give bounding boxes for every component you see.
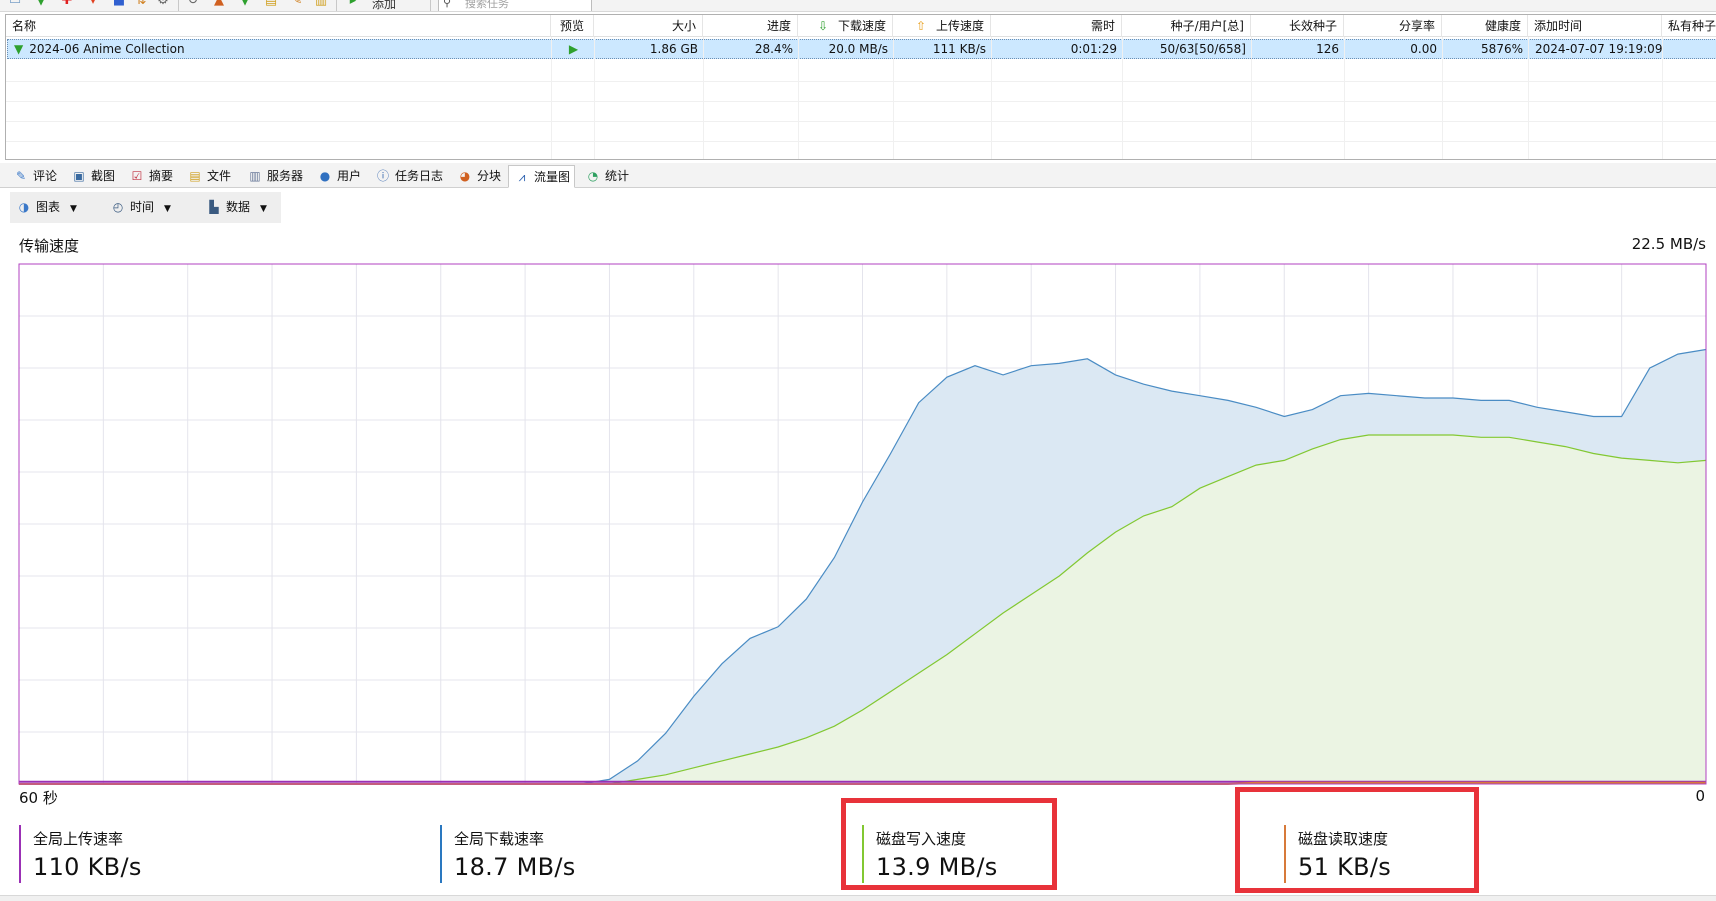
chevron-down-icon: ▼	[70, 204, 77, 214]
stat-value: 18.7 MB/s	[454, 853, 576, 881]
log-icon: ⓘ	[376, 169, 389, 183]
search-icon: ⚲	[443, 0, 452, 9]
users-icon: ●	[319, 169, 331, 183]
data-dropdown-button[interactable]: ▙ 数据 ▼	[206, 192, 267, 223]
queue-down-icon[interactable]: ▼	[238, 0, 252, 8]
column-private-seeds[interactable]: 私有种子	[1662, 15, 1716, 37]
main-toolbar: ▭ ▼ ✚ ▾ ■ ⇅ ⚙ ↻ ▲ ▼ ▤ ✎ ▥ ▸ 添加 ⚲ 搜索任务	[0, 0, 1716, 12]
tab-users[interactable]: ● 用户	[312, 165, 361, 188]
status-bar	[0, 895, 1716, 901]
highlight-box-disk-write	[841, 798, 1057, 890]
chevron-down-icon: ▼	[164, 204, 171, 214]
health-cell: 5876%	[1481, 42, 1523, 56]
detail-tabs: ✎ 评论 ▣ 截图 ☑ 摘要 ▤ 文件 ▥ 服务器 ● 用户 ⓘ 任务日志 ◕ 分块 ⩘ 流量图 …	[0, 163, 1716, 188]
refresh-icon[interactable]: ↻	[186, 0, 200, 8]
pieces-icon: ◕	[459, 169, 471, 183]
graph-toolbar: ◑ 图表 ▼ ◴ 时间 ▼ ▙ 数据 ▼	[10, 192, 281, 223]
queue-up-icon[interactable]: ▲	[212, 0, 226, 8]
size-cell: 1.86 GB	[649, 42, 698, 56]
screenshot-icon: ▣	[73, 169, 85, 183]
share-ratio-cell: 0.00	[1410, 42, 1437, 56]
table-row[interactable]: ▼ 2024-06 Anime Collection ▶ 1.86 GB 28.4…	[7, 39, 1716, 59]
chart-icon: ◑	[18, 200, 30, 214]
transfer-speed-chart	[18, 263, 1707, 785]
stat-label: 全局下载速率	[454, 830, 545, 848]
list-header: 名称 预览 大小 进度 ⇩ 下载速度 ⇧ 上传速度 需时 种子/用户[总] 长效种子…	[6, 15, 1716, 37]
play-icon[interactable]: ▶	[552, 40, 595, 58]
new-task-icon[interactable]: ▭	[8, 0, 22, 8]
column-health[interactable]: 健康度	[1442, 15, 1528, 37]
column-eta[interactable]: 需时	[991, 15, 1122, 37]
highlight-box-disk-read	[1235, 787, 1479, 893]
tab-traffic-graph[interactable]: ⩘ 流量图	[508, 165, 575, 188]
stat-color-bar	[440, 825, 442, 883]
tab-servers[interactable]: ▥ 服务器	[242, 165, 303, 188]
tab-files[interactable]: ▤ 文件	[182, 165, 231, 188]
long-term-seeds-cell: 126	[1316, 42, 1339, 56]
move-icon[interactable]: ⇅	[134, 0, 148, 8]
tab-summary[interactable]: ☑ 摘要	[124, 165, 173, 188]
tab-task-log[interactable]: ⓘ 任务日志	[370, 165, 443, 188]
files-icon: ▤	[189, 169, 201, 183]
progress-cell: 28.4%	[754, 42, 793, 56]
stat-value: 110 KB/s	[33, 853, 142, 881]
chevron-down-icon: ▼	[260, 204, 267, 214]
settings-icon[interactable]: ⚙	[156, 0, 170, 8]
downloading-status-icon: ▼	[14, 42, 24, 56]
column-preview[interactable]: 预览	[551, 15, 594, 37]
y-axis-max-label: 22.5 MB/s	[1631, 235, 1706, 253]
column-long-term-seeds[interactable]: 长效种子	[1251, 15, 1344, 37]
stop-icon[interactable]: ■	[112, 0, 126, 8]
add-tag-button[interactable]: 添加	[372, 0, 396, 11]
remove-icon[interactable]: ▾	[86, 0, 100, 8]
stat-color-bar	[19, 825, 21, 883]
download-speed-cell: 20.0 MB/s	[828, 42, 888, 56]
summary-icon: ☑	[131, 169, 143, 183]
column-size[interactable]: 大小	[594, 15, 703, 37]
added-time-cell: 2024-07-07 19:19:09	[1535, 42, 1663, 56]
stat-global-upload: 全局上传速率 110 KB/s	[19, 825, 142, 883]
clock-icon: ◴	[112, 200, 124, 214]
torrent-name-cell: ▼ 2024-06 Anime Collection	[14, 42, 185, 56]
stats-icon: ◔	[587, 169, 599, 183]
torrent-list[interactable]: 名称 预览 大小 进度 ⇩ 下载速度 ⇧ 上传速度 需时 种子/用户[总] 长效种子…	[5, 14, 1716, 160]
server-icon: ▥	[249, 169, 261, 183]
seeds-peers-cell: 50/63[50/658]	[1159, 42, 1246, 56]
column-seeds-peers[interactable]: 种子/用户[总]	[1122, 15, 1251, 37]
chart-title: 传输速度	[19, 237, 80, 255]
download-icon[interactable]: ▼	[34, 0, 48, 8]
column-progress[interactable]: 进度	[703, 15, 798, 37]
search-box[interactable]: ⚲ 搜索任务	[438, 0, 592, 11]
add-tag-icon[interactable]: ▸	[346, 0, 360, 8]
search-placeholder: 搜索任务	[465, 0, 509, 10]
add-icon[interactable]: ✚	[60, 0, 74, 8]
tab-statistics[interactable]: ◔ 统计	[580, 165, 629, 188]
column-name[interactable]: 名称	[6, 15, 551, 37]
upload-arrow-icon: ⇧	[915, 19, 927, 33]
comment-icon: ✎	[15, 169, 27, 183]
folder-icon[interactable]: ▤	[264, 0, 278, 8]
upload-speed-cell: 111 KB/s	[932, 42, 986, 56]
tab-comments[interactable]: ✎ 评论	[8, 165, 57, 188]
column-download-speed[interactable]: ⇩ 下载速度	[798, 15, 893, 37]
data-icon: ▙	[209, 200, 219, 214]
tab-screenshots[interactable]: ▣ 截图	[66, 165, 115, 188]
stat-global-download: 全局下载速率 18.7 MB/s	[440, 825, 576, 883]
tab-pieces[interactable]: ◕ 分块	[452, 165, 501, 188]
eta-cell: 0:01:29	[1070, 42, 1117, 56]
stat-label: 全局上传速率	[33, 830, 124, 848]
chart-dropdown-button[interactable]: ◑ 图表 ▼	[16, 192, 77, 223]
traffic-graph-icon: ⩘	[518, 170, 526, 184]
download-arrow-icon: ⇩	[817, 19, 829, 33]
file-icon[interactable]: ▥	[314, 0, 328, 8]
column-upload-speed[interactable]: ⇧ 上传速度	[893, 15, 991, 37]
x-axis-left-label: 60 秒	[19, 789, 58, 807]
column-share-ratio[interactable]: 分享率	[1344, 15, 1442, 37]
tag-icon[interactable]: ✎	[290, 0, 304, 8]
time-dropdown-button[interactable]: ◴ 时间 ▼	[110, 192, 171, 223]
x-axis-right-label: 0	[1695, 787, 1705, 805]
column-added-time[interactable]: 添加时间	[1528, 15, 1662, 37]
